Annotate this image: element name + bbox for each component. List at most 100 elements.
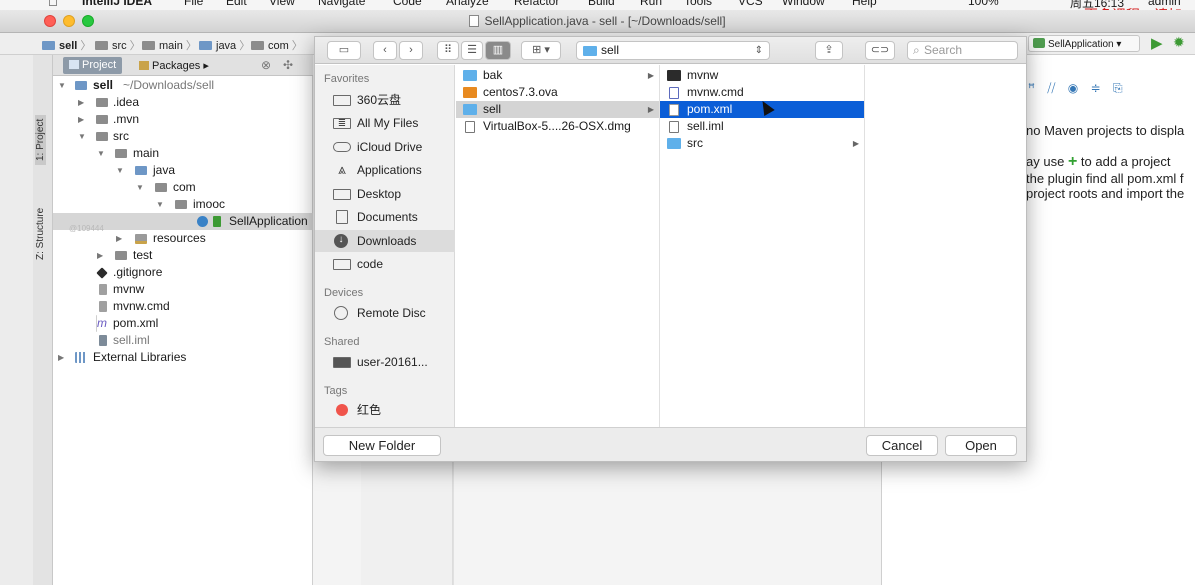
sidebar-item-remote-disc[interactable]: Remote Disc <box>315 302 455 324</box>
menu-file[interactable]: File <box>184 0 203 8</box>
cloud-icon <box>333 142 351 152</box>
column-view-button[interactable]: ▥ <box>485 41 511 60</box>
sidebar-toggle-button[interactable]: ▭ <box>327 41 361 60</box>
tree-item-external-libraries[interactable]: ▶ External Libraries <box>53 349 313 366</box>
file-item-bak[interactable]: bak ▶ <box>456 67 659 84</box>
menu-vcs[interactable]: VCS <box>738 0 763 8</box>
search-icon: ⌕ <box>913 43 920 57</box>
back-button[interactable]: ‹ <box>373 41 397 60</box>
maven-skip-tests-icon[interactable]: ⧸⧸ <box>1047 81 1055 95</box>
icon-view-button[interactable]: ⠿ <box>437 41 459 60</box>
sidebar-item-360yunpan[interactable]: 360云盘 <box>315 89 455 111</box>
breadcrumb-src[interactable]: src 〉 <box>95 37 141 53</box>
shared-heading: Shared <box>324 336 360 348</box>
tree-item-java[interactable]: ▼ java <box>53 162 313 179</box>
menu-app-name[interactable]: IntelliJ IDEA <box>82 0 152 8</box>
file-icon <box>669 121 679 133</box>
tree-item-main[interactable]: ▼ main <box>53 145 313 162</box>
sidebar-item-shared-computer[interactable]: user-20161... <box>315 351 455 373</box>
file-item-sell[interactable]: sell ▶ <box>456 101 659 118</box>
collapse-all-icon[interactable]: ⊗ <box>261 58 271 72</box>
menu-tools[interactable]: Tools <box>684 0 712 8</box>
sidebar-item-documents[interactable]: Documents <box>315 206 455 228</box>
breadcrumb-com[interactable]: com 〉 <box>251 37 303 53</box>
tree-item-mvn[interactable]: ▶ .mvn <box>53 111 313 128</box>
file-icon <box>99 284 107 295</box>
menu-view[interactable]: View <box>269 0 295 8</box>
breadcrumb-sell[interactable]: sell 〉 <box>42 37 91 53</box>
tab-project[interactable]: Project <box>63 57 123 74</box>
file-item-virtualbox-dmg[interactable]: VirtualBox-5....26-OSX.dmg <box>456 118 659 135</box>
sidebar-label: Applications <box>357 163 422 177</box>
maven-settings-icon[interactable]: ⎘ <box>1113 81 1123 95</box>
maven-collapse-icon[interactable]: ≑ <box>1091 81 1101 95</box>
forward-button[interactable]: › <box>399 41 423 60</box>
list-view-button[interactable]: ☰ <box>461 41 483 60</box>
debug-icon[interactable]: ✹ <box>1173 34 1185 51</box>
tree-label: .gitignore <box>113 265 163 279</box>
menu-build[interactable]: Build <box>588 0 615 8</box>
tree-item-test[interactable]: ▶ test <box>53 247 313 264</box>
run-configuration-selector[interactable]: SellApplication ▾ <box>1028 35 1140 52</box>
path-selector[interactable]: sell ⇕ <box>576 41 770 60</box>
tree-item-mvnw[interactable]: mvnw <box>53 281 313 298</box>
sidebar-item-all-my-files[interactable]: ≣ All My Files <box>315 112 455 134</box>
tree-item-com[interactable]: ▼ com <box>53 179 313 196</box>
open-button[interactable]: Open <box>945 435 1017 456</box>
project-tool-button[interactable]: 1: Project <box>35 114 46 165</box>
tree-item-gitignore[interactable]: .gitignore <box>53 264 313 281</box>
disk-image-icon <box>465 121 475 133</box>
file-item-mvnw[interactable]: mvnw <box>660 67 864 84</box>
menu-code[interactable]: Code <box>393 0 422 8</box>
sidebar-label: 360云盘 <box>357 93 402 107</box>
tab-packages[interactable]: Packages ▸ <box>133 57 215 74</box>
share-button[interactable]: ⇪ <box>815 41 843 60</box>
cancel-button[interactable]: Cancel <box>866 435 938 456</box>
tree-item-src[interactable]: ▼ src <box>53 128 313 145</box>
folder-icon <box>199 41 212 50</box>
arrange-button[interactable]: ⊞ ▾ <box>521 41 561 60</box>
menu-run[interactable]: Run <box>640 0 662 8</box>
file-item-src[interactable]: src ▶ <box>660 135 864 152</box>
tag-button[interactable]: ⊂⊃ <box>865 41 895 60</box>
sidebar-item-applications[interactable]: ⩓ Applications <box>315 159 455 181</box>
menu-window[interactable]: Window <box>782 0 825 8</box>
settings-icon[interactable]: ✣ <box>283 58 293 72</box>
maven-hint-text: ay use <box>1026 154 1065 169</box>
sidebar-item-desktop[interactable]: Desktop <box>315 183 455 205</box>
breadcrumb-main[interactable]: main 〉 <box>142 37 197 53</box>
file-item-mvnw-cmd[interactable]: mvnw.cmd <box>660 84 864 101</box>
sidebar-label: user-20161... <box>357 355 428 369</box>
tree-item-mvnw-cmd[interactable]: mvnw.cmd <box>53 298 313 315</box>
folder-icon <box>333 259 351 270</box>
file-item-centos-ova[interactable]: centos7.3.ova <box>456 84 659 101</box>
tree-item-sell-root[interactable]: ▼ sell ~/Downloads/sell <box>53 77 313 94</box>
tree-item-sell-iml[interactable]: sell.iml <box>53 332 313 349</box>
maven-execute-goal-icon[interactable]: ꟸ <box>1028 81 1035 95</box>
sidebar-item-icloud-drive[interactable]: iCloud Drive <box>315 136 455 158</box>
spring-class-icon <box>197 216 208 227</box>
sidebar-item-downloads[interactable]: ↓ Downloads <box>315 230 455 252</box>
tree-item-idea[interactable]: ▶ .idea <box>53 94 313 111</box>
tree-item-imooc[interactable]: ▼ imooc <box>53 196 313 213</box>
sidebar-item-tag-red[interactable]: 红色 <box>315 399 455 421</box>
breadcrumb-java[interactable]: java 〉 <box>199 37 250 53</box>
apple-menu-icon[interactable]:  <box>48 0 58 9</box>
run-icon[interactable]: ▶ <box>1151 34 1163 52</box>
add-project-plus-icon[interactable]: + <box>1068 153 1077 170</box>
breadcrumb-label: main <box>159 40 183 52</box>
menu-analyze[interactable]: Analyze <box>446 0 489 8</box>
menu-refactor[interactable]: Refactor <box>514 0 559 8</box>
folder-icon <box>463 70 477 81</box>
maven-show-dependencies-icon[interactable]: ◉ <box>1068 81 1078 95</box>
menu-edit[interactable]: Edit <box>226 0 247 8</box>
new-folder-button[interactable]: New Folder <box>323 435 441 456</box>
menu-help[interactable]: Help <box>852 0 877 8</box>
tree-item-pom-xml[interactable]: m pom.xml <box>53 315 313 332</box>
structure-tool-button[interactable]: Z: Structure <box>35 208 46 260</box>
folder-icon <box>42 41 55 50</box>
file-item-sell-iml[interactable]: sell.iml <box>660 118 864 135</box>
sidebar-item-code[interactable]: code <box>315 253 455 275</box>
menu-navigate[interactable]: Navigate <box>318 0 365 8</box>
search-field[interactable]: ⌕ Search <box>907 41 1018 60</box>
